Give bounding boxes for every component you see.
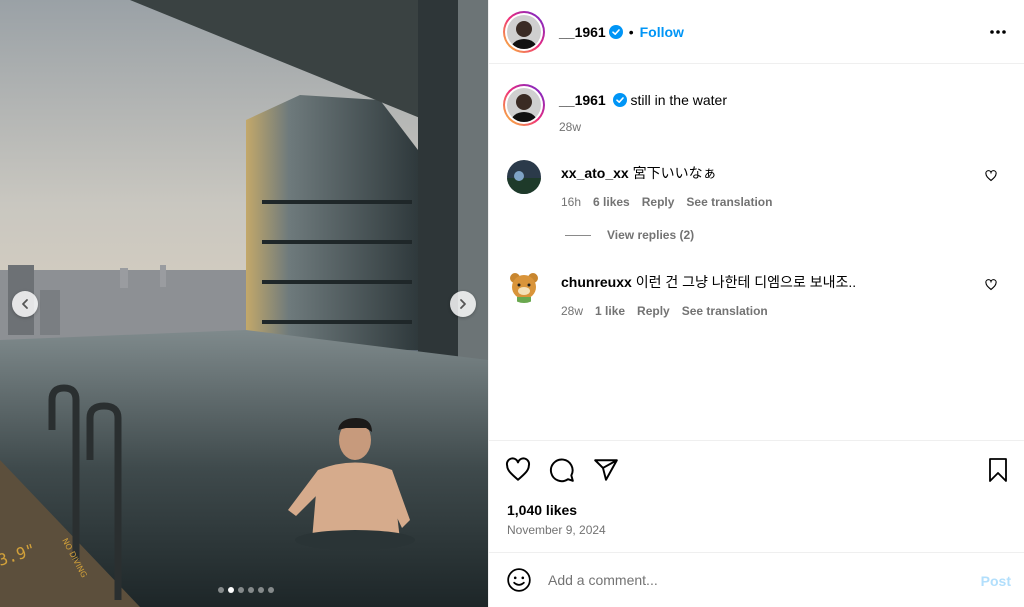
reply-button[interactable]: Reply: [642, 195, 675, 209]
caption-text: still in the water: [630, 92, 727, 108]
replies-divider: [565, 234, 591, 236]
post-header: __1961 • Follow: [489, 0, 1024, 64]
carousel-dot: [248, 587, 254, 593]
verified-badge-icon: [608, 24, 623, 39]
profile-photo-icon: [507, 88, 541, 122]
emoji-icon[interactable]: [506, 567, 532, 593]
comment-text: 宮下いいなぁ: [632, 165, 717, 181]
post-date[interactable]: November 9, 2024: [507, 523, 606, 537]
avatar[interactable]: [507, 160, 541, 194]
profile-photo-icon: [507, 160, 541, 194]
post-panel: __1961 • Follow __1961 still in the wate…: [488, 0, 1024, 607]
see-translation-button[interactable]: See translation: [682, 304, 768, 318]
comment-time[interactable]: 16h: [561, 195, 581, 209]
likes-count[interactable]: 1,040 likes: [507, 502, 577, 518]
view-replies-button[interactable]: View replies (2): [565, 228, 694, 242]
comment-username[interactable]: chunreuxx: [561, 274, 632, 290]
comment-item: xx_ato_xx 宮下いいなぁ 16h 6 likes Reply See t…: [507, 160, 1007, 209]
carousel-indicator: [0, 587, 488, 593]
post-caption: __1961 still in the water 28w: [503, 84, 727, 134]
avatar[interactable]: [503, 10, 545, 53]
caption-time[interactable]: 28w: [559, 120, 581, 134]
add-comment-bar: Post: [489, 552, 1024, 607]
post-image[interactable]: 3.9" NO DIVING: [0, 0, 488, 607]
pool-photo: 3.9" NO DIVING: [0, 0, 488, 607]
verified-badge-icon: [612, 93, 627, 107]
like-heart-icon[interactable]: [505, 457, 531, 483]
bookmark-icon[interactable]: [986, 457, 1010, 483]
add-comment-input[interactable]: [548, 572, 948, 588]
carousel-prev-button[interactable]: [12, 291, 38, 317]
comment-text: 이런 건 그냥 나한테 디엠으로 보내조..: [635, 274, 857, 290]
caption-username[interactable]: __1961: [559, 92, 606, 108]
post-actions: 1,040 likes November 9, 2024: [489, 440, 1024, 552]
follow-button[interactable]: Follow: [640, 24, 684, 40]
header-separator: •: [628, 23, 634, 40]
carousel-dot-active: [228, 587, 234, 593]
comment-icon[interactable]: [549, 457, 575, 483]
comment-likes[interactable]: 1 like: [595, 304, 625, 318]
view-replies-label: View replies (2): [607, 228, 695, 242]
carousel-next-button[interactable]: [450, 291, 476, 317]
more-horizontal-icon[interactable]: [988, 22, 1008, 42]
share-send-icon[interactable]: [593, 457, 619, 483]
chevron-right-icon: [460, 299, 466, 309]
comment-item: chunreuxx 이런 건 그냥 나한테 디엠으로 보내조.. 28w 1 l…: [507, 269, 1007, 318]
post-comment-button[interactable]: Post: [981, 573, 1011, 589]
comment-time[interactable]: 28w: [561, 304, 583, 318]
profile-photo-icon: [507, 14, 541, 49]
like-comment-heart-icon[interactable]: [985, 279, 997, 291]
carousel-dot: [238, 587, 244, 593]
avatar[interactable]: [507, 269, 541, 303]
reply-button[interactable]: Reply: [637, 304, 670, 318]
carousel-dot: [268, 587, 274, 593]
avatar[interactable]: [503, 84, 545, 126]
bear-avatar-icon: [507, 269, 541, 303]
header-username[interactable]: __1961: [559, 24, 606, 40]
carousel-dot: [258, 587, 264, 593]
chevron-left-icon: [22, 299, 28, 309]
comment-likes[interactable]: 6 likes: [593, 195, 630, 209]
comment-username[interactable]: xx_ato_xx: [561, 165, 629, 181]
like-comment-heart-icon[interactable]: [985, 170, 997, 182]
see-translation-button[interactable]: See translation: [686, 195, 772, 209]
carousel-dot: [218, 587, 224, 593]
